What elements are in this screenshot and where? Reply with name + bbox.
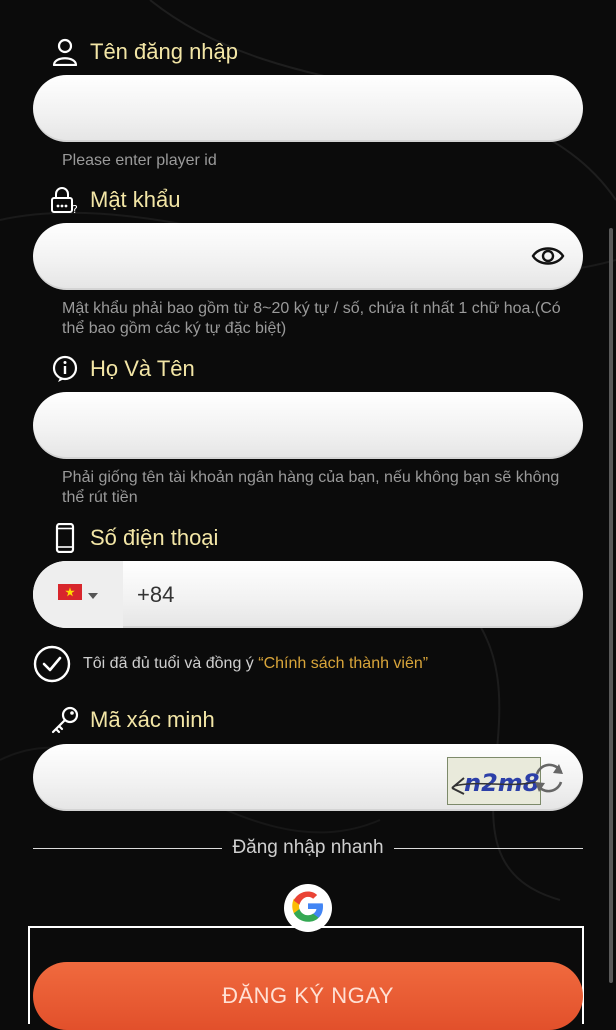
phone-field[interactable]: +84 [33, 561, 583, 628]
captcha-field[interactable]: n2m8 [33, 744, 583, 811]
password-hint: Mật khẩu phải bao gồm từ 8~20 ký tự / số… [62, 300, 561, 337]
country-selector[interactable] [33, 561, 123, 628]
eye-icon[interactable] [531, 241, 565, 271]
captcha-label-row: Mã xác minh [50, 702, 215, 738]
quick-login-label: Đăng nhập nhanh [232, 837, 384, 858]
quick-login-divider: Đăng nhập nhanh [33, 836, 583, 860]
chevron-down-icon [88, 586, 98, 604]
divider-line-left [33, 847, 223, 849]
lock-icon: ? [50, 185, 80, 215]
member-policy-link[interactable]: “Chính sách thành viên” [258, 655, 428, 672]
username-label: Tên đăng nhập [90, 39, 239, 64]
fullname-label-row: Họ Và Tên [50, 351, 195, 387]
agreement-checkbox[interactable] [33, 645, 71, 683]
password-field[interactable] [33, 223, 583, 290]
fullname-field[interactable] [33, 392, 583, 459]
svg-text:?: ? [72, 203, 78, 214]
fullname-input[interactable] [57, 392, 513, 459]
username-hint: Please enter player id [62, 152, 217, 169]
vietnam-flag-icon [58, 584, 82, 605]
phone-input[interactable] [183, 561, 513, 628]
phone-label: Số điện thoại [90, 525, 219, 550]
info-icon [50, 354, 80, 384]
captcha-image[interactable]: n2m8 [447, 757, 541, 805]
key-icon [50, 705, 80, 735]
username-label-row: Tên đăng nhập [50, 34, 238, 70]
password-label-row: ? Mật khẩu [50, 182, 181, 218]
google-icon [290, 888, 326, 929]
agreement-text: Tôi đã đủ tuổi và đồng ý [83, 655, 254, 672]
google-login-button[interactable] [284, 884, 332, 932]
password-label: Mật khẩu [90, 187, 181, 212]
fullname-hint: Phải giống tên tài khoản ngân hàng của b… [62, 469, 560, 506]
username-input[interactable] [57, 75, 513, 142]
user-icon [50, 37, 80, 67]
captcha-label: Mã xác minh [90, 707, 215, 732]
phone-label-row: Số điện thoại [50, 520, 218, 556]
country-code: +84 [137, 581, 175, 607]
password-input[interactable] [57, 223, 513, 290]
register-button[interactable]: ĐĂNG KÝ NGAY [33, 962, 583, 1030]
fullname-label: Họ Và Tên [90, 356, 195, 381]
phone-icon [50, 523, 80, 553]
scrollbar[interactable] [609, 228, 613, 983]
divider-line-right [393, 847, 583, 849]
username-field[interactable] [33, 75, 583, 142]
agreement-row: Tôi đã đủ tuổi và đồng ý “Chính sách thà… [33, 645, 428, 683]
refresh-icon[interactable] [529, 758, 569, 798]
captcha-input[interactable] [57, 744, 403, 811]
